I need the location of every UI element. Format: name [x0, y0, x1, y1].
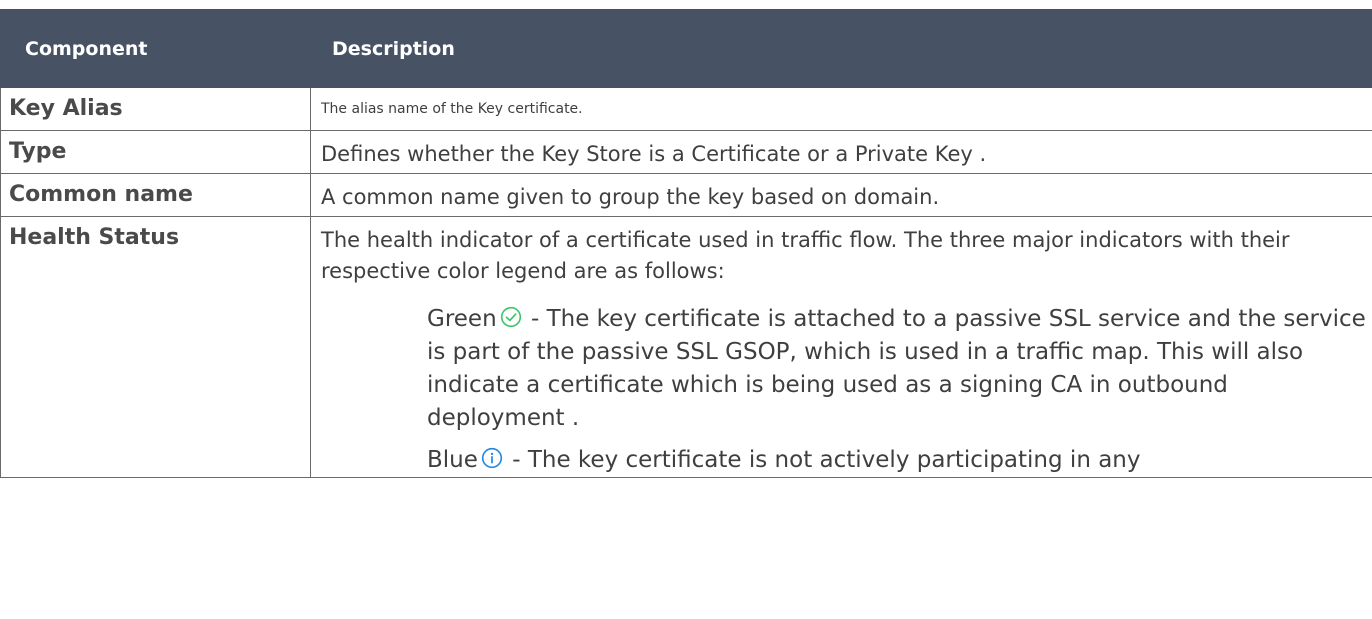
component-description-table: Component Description Key Alias The alia…: [0, 9, 1372, 478]
header-row: Component Description: [0, 9, 1372, 88]
component-name: Key Alias: [0, 87, 311, 131]
component-description: Defines whether the Key Store is a Certi…: [310, 130, 1372, 174]
indicator-color-label: Blue: [427, 447, 478, 473]
indicator-text: - The key certificate is not actively pa…: [504, 447, 1141, 473]
table-row: Type Defines whether the Key Store is a …: [0, 130, 1372, 174]
component-name: Common name: [0, 173, 311, 217]
info-circle-icon: [481, 447, 503, 469]
health-status-description-cell: The health indicator of a certificate us…: [310, 216, 1372, 478]
table-header: Component Description: [0, 9, 1372, 88]
column-header-description: Description: [310, 9, 1372, 88]
indicator-green: Green - The key certificate is attached …: [427, 303, 1372, 435]
table-row: Key Alias The alias name of the Key cert…: [0, 87, 1372, 131]
indicator-text: - The key certificate is attached to a p…: [427, 306, 1366, 431]
column-header-component: Component: [0, 9, 311, 88]
component-description: A common name given to group the key bas…: [310, 173, 1372, 217]
indicator-blue: Blue - The key certificate is not active…: [427, 444, 1372, 477]
component-description: The alias name of the Key certificate.: [310, 87, 1372, 131]
check-circle-icon: [500, 306, 522, 328]
component-name: Health Status: [0, 216, 311, 478]
component-name: Type: [0, 130, 311, 174]
component-description: The health indicator of a certificate us…: [321, 228, 1290, 283]
table-row: Health Status The health indicator of a …: [0, 216, 1372, 478]
table-row: Common name A common name given to group…: [0, 173, 1372, 217]
indicator-color-label: Green: [427, 306, 497, 332]
